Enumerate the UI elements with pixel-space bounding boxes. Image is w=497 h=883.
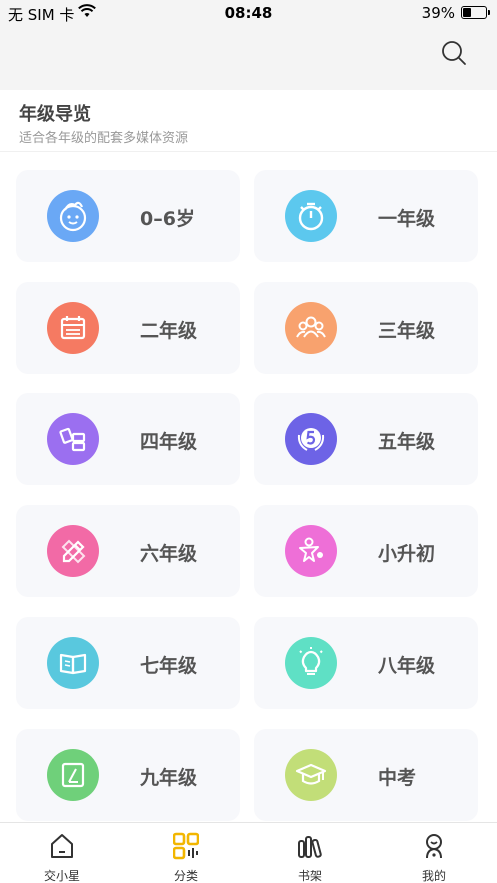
tab-label: 交小星	[43, 869, 80, 883]
grade-label: 小升初	[378, 543, 436, 565]
notebook-icon	[47, 749, 99, 801]
calendar-icon	[47, 302, 99, 354]
grade-label: 二年级	[140, 320, 198, 342]
grade-label: 四年级	[140, 431, 198, 453]
tab-label: 书架	[297, 869, 322, 883]
tab-bar: 交小星 分类 书架 我的	[0, 822, 497, 883]
baby-face-icon	[47, 190, 99, 242]
grade-label: 六年级	[140, 543, 198, 565]
grade-card-0-6[interactable]: 0–6岁	[16, 170, 240, 262]
category-grid-icon	[173, 832, 199, 860]
group-icon	[285, 302, 337, 354]
grade-label: 五年级	[378, 431, 436, 453]
grade-card-grade-3[interactable]: 三年级	[254, 282, 478, 374]
tab-home[interactable]: 交小星	[0, 823, 124, 883]
grade-label: 三年级	[378, 320, 436, 342]
grade-card-grade-2[interactable]: 二年级	[16, 282, 240, 374]
star-person-icon	[285, 525, 337, 577]
blocks-icon	[47, 413, 99, 465]
profile-icon	[426, 834, 442, 859]
battery-icon	[461, 6, 490, 19]
grade-grid: 0–6岁 一年级 二年级 三年级 四年级 五年级 六年级 小升初 七年级 八年级…	[0, 152, 497, 822]
section-title: 年级导览	[19, 104, 91, 125]
grade-label: 七年级	[140, 655, 198, 677]
bookshelf-icon	[298, 836, 322, 858]
pencil-ruler-icon	[47, 525, 99, 577]
grade-label: 八年级	[378, 655, 436, 677]
grade-card-grade-4[interactable]: 四年级	[16, 393, 240, 485]
grade-card-junior-entry[interactable]: 小升初	[254, 505, 478, 597]
grade-label: 一年级	[378, 208, 436, 230]
battery-fill	[463, 8, 471, 17]
grade-card-grade-6[interactable]: 六年级	[16, 505, 240, 597]
tab-bookshelf[interactable]: 书架	[248, 823, 372, 883]
grade-card-grade-8[interactable]: 八年级	[254, 617, 478, 709]
grade-card-grade-7[interactable]: 七年级	[16, 617, 240, 709]
grade-card-grade-9[interactable]: 九年级	[16, 729, 240, 821]
grade-card-grade-1[interactable]: 一年级	[254, 170, 478, 262]
home-icon	[51, 834, 73, 858]
nav-bar	[0, 28, 497, 90]
tab-label: 我的	[421, 869, 446, 883]
battery-percent: 39%	[421, 4, 455, 22]
stopwatch-icon	[285, 190, 337, 242]
open-book-icon	[47, 637, 99, 689]
grade-label: 0–6岁	[140, 208, 195, 230]
tab-profile[interactable]: 我的	[372, 823, 496, 883]
status-bar: 无 SIM 卡 08:48 39%	[0, 0, 497, 28]
tab-label: 分类	[173, 869, 198, 883]
grade-label: 中考	[378, 767, 417, 789]
graduation-cap-icon	[285, 749, 337, 801]
lightbulb-icon	[285, 637, 337, 689]
search-icon[interactable]	[441, 40, 467, 66]
grade-card-high-school-entrance[interactable]: 中考	[254, 729, 478, 821]
section-header: 年级导览 适合各年级的配套多媒体资源	[0, 90, 497, 152]
number-five-badge-icon	[285, 413, 337, 465]
section-subtitle: 适合各年级的配套多媒体资源	[19, 131, 189, 146]
grade-card-grade-5[interactable]: 五年级	[254, 393, 478, 485]
tab-category[interactable]: 分类	[124, 823, 248, 883]
grade-label: 九年级	[140, 767, 198, 789]
